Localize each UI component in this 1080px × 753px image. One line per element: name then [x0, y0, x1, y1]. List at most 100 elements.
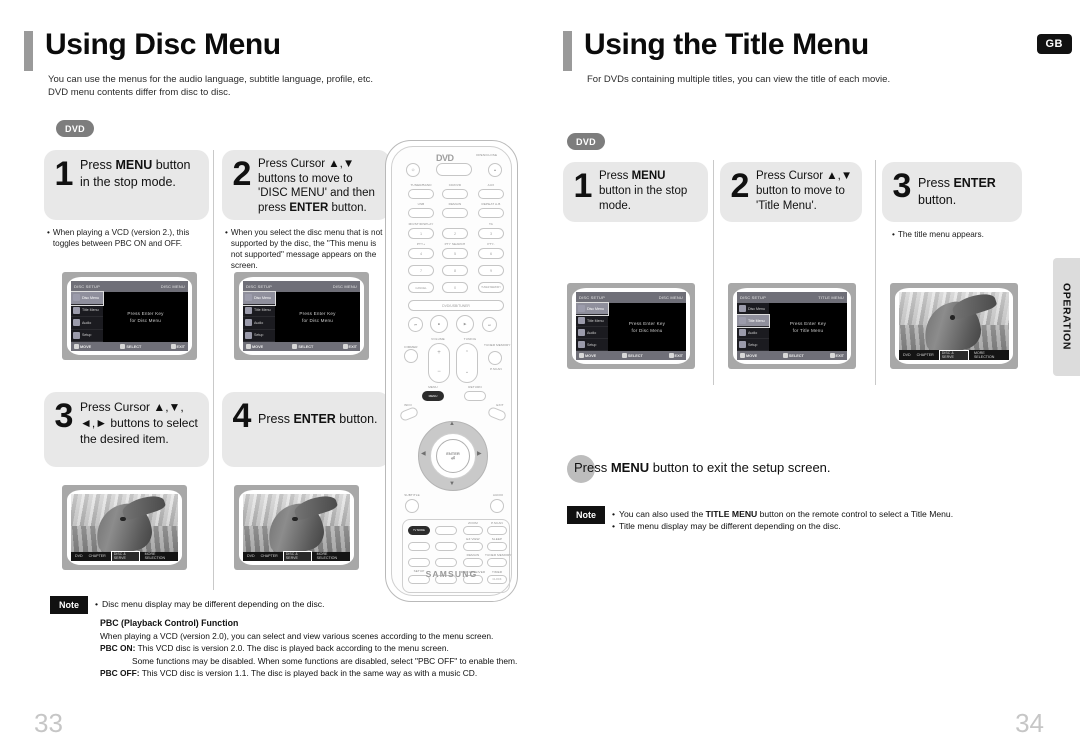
ez-view-button[interactable]	[463, 542, 483, 551]
operation-side-tab-label: OPERATION	[1060, 283, 1073, 351]
scene-item-more[interactable]: MORE SELECTION	[974, 351, 1005, 359]
zoom-button[interactable]	[463, 526, 483, 535]
pbc-on-row: PBC ON: This VCD disc is version 2.0. Th…	[100, 642, 540, 654]
dpad-down-icon[interactable]: ▼	[449, 481, 455, 487]
key-1[interactable]: 1	[408, 228, 434, 239]
most-button[interactable]	[408, 542, 430, 551]
osd-item-title-menu[interactable]: Title Menu	[576, 315, 608, 327]
key-3[interactable]: 3	[478, 228, 504, 239]
key-8[interactable]: 8	[442, 265, 468, 276]
bullet-dot: •	[47, 228, 50, 237]
repeat-ab-button[interactable]	[478, 208, 504, 218]
scene-item-dvd[interactable]: DVD	[903, 353, 911, 357]
pty-minus-label: PTY-	[487, 242, 495, 246]
key-0[interactable]: 0	[442, 282, 468, 293]
osd-item-title-menu[interactable]: Title Menu	[71, 305, 103, 317]
dolphin-eye	[292, 516, 298, 522]
osd-item-audio[interactable]: Audio	[243, 317, 275, 330]
dpad-right-icon[interactable]: ▶	[477, 450, 482, 457]
usb-button[interactable]	[408, 208, 434, 218]
menu-button[interactable]: MENU	[422, 391, 444, 401]
remote-control: DVD OPEN/CLOSE ⏻ ▲ TUNER/BAND CD/DVD AUX…	[385, 140, 518, 602]
osd-item-disc-menu[interactable]: Disc Menu	[576, 302, 609, 316]
step-button[interactable]	[435, 558, 457, 567]
menu-label: MENU	[428, 385, 438, 389]
key-6[interactable]: 6	[478, 248, 504, 259]
osd-main-line2-r1: for Disc Menu	[631, 328, 663, 333]
tv-screen-right-2: DISC SETUP TITLE MENU Disc Menu Title Me…	[728, 283, 856, 369]
dolphin-eye	[949, 315, 956, 320]
osd-item-disc-menu[interactable]: Disc Menu	[243, 291, 276, 306]
aux-button[interactable]	[478, 189, 504, 199]
info-button[interactable]	[398, 405, 420, 423]
key-2[interactable]: 2	[442, 228, 468, 239]
tuner-band-button[interactable]	[408, 189, 434, 199]
audio-button[interactable]	[490, 499, 504, 513]
tv-mode-button[interactable]: TV MODE	[408, 526, 430, 535]
step-2-left-bullet-text: When you select the disc menu that is no…	[230, 228, 383, 270]
test-tone-button[interactable]	[435, 526, 457, 535]
logo-button[interactable]	[408, 558, 430, 567]
osd-item-title-menu[interactable]: Title Menu	[737, 314, 770, 328]
remain-button[interactable]	[442, 208, 468, 218]
osd-item-disc-menu[interactable]: Disc Menu	[71, 291, 104, 306]
play-pause-button[interactable]: ▶	[456, 315, 474, 333]
scene-item-more[interactable]: MORE SELECTION	[317, 552, 346, 560]
key-5[interactable]: 5	[442, 248, 468, 259]
scene-item-more[interactable]: MORE SELECTION	[145, 552, 174, 560]
key-4[interactable]: 4	[408, 248, 434, 259]
tuner-memory-button[interactable]: TUNER MEMORY	[478, 282, 504, 293]
return-button[interactable]	[464, 391, 486, 401]
prev-button[interactable]: ⏮	[408, 317, 423, 332]
osd-item-setup[interactable]: Setup	[737, 339, 769, 351]
tuning-rocker[interactable]	[456, 343, 478, 383]
cd-dvd-button[interactable]	[442, 189, 468, 199]
sleep-button[interactable]	[487, 542, 507, 551]
dimmer-button[interactable]	[404, 349, 418, 363]
usb-label: USB	[417, 202, 425, 206]
scene-item-chapter[interactable]: CHAPTER	[261, 554, 278, 558]
dpad-up-icon[interactable]: ▲	[449, 421, 455, 427]
osd-body-r1: Disc Menu Title Menu Audio Setup Press E…	[576, 302, 686, 351]
scene-menu-bar-3: DVD CHAPTER DISC & SERVE MORE SELECTION	[71, 550, 178, 561]
open-close-button[interactable]: ▲	[488, 163, 502, 177]
scene-item-dvd[interactable]: DVD	[75, 554, 83, 558]
step-2-right-box: 2 Press Cursor ▲,▼ button to move to 'Ti…	[720, 162, 862, 222]
osd-item-disc-menu[interactable]: Disc Menu	[737, 303, 769, 315]
scene-item-chapter[interactable]: CHAPTER	[917, 353, 934, 357]
power-button[interactable]: ⏻	[406, 163, 420, 177]
stop-button[interactable]: ■	[430, 315, 448, 333]
osd-main-2: Press Enter Key for Disc Menu	[275, 292, 360, 342]
remain2-button[interactable]	[463, 558, 483, 567]
scene-item-disc-serve[interactable]: DISC & SERVE	[110, 550, 140, 561]
tuner-memory2-button[interactable]	[487, 558, 507, 567]
volume-rocker[interactable]	[428, 343, 450, 383]
osd-item-title-menu[interactable]: Title Menu	[243, 305, 275, 317]
mode-bar-button[interactable]: DVD/USB/TUNER	[408, 300, 504, 311]
osd-sidebar-r1: Disc Menu Title Menu Audio Setup	[576, 302, 609, 351]
osd-item-setup[interactable]: Setup	[71, 330, 103, 342]
scene-item-chapter[interactable]: CHAPTER	[89, 554, 106, 558]
dpad-left-icon[interactable]: ◀	[421, 450, 426, 457]
key-9[interactable]: 9	[478, 265, 504, 276]
photo-bg-button[interactable]	[435, 542, 457, 551]
tuner-memory-scan-button[interactable]	[488, 351, 502, 365]
tv-screen-step3: DVD CHAPTER DISC & SERVE MORE SELECTION	[62, 485, 187, 570]
pscan-button[interactable]	[487, 526, 507, 535]
gb-region-label: GB	[1045, 38, 1063, 50]
subtitle-button[interactable]	[405, 499, 419, 513]
scene-item-dvd[interactable]: DVD	[247, 554, 255, 558]
scene-item-disc-serve[interactable]: DISC & SERVE	[938, 349, 970, 360]
osd-item-audio[interactable]: Audio	[71, 317, 103, 330]
next-button[interactable]: ⏭	[482, 317, 497, 332]
exit-button[interactable]	[486, 405, 508, 423]
osd-item-audio[interactable]: Audio	[576, 327, 608, 339]
key-7[interactable]: 7	[408, 265, 434, 276]
cancel-button[interactable]: CANCEL	[408, 282, 434, 293]
osd-item-setup[interactable]: Setup	[243, 330, 275, 342]
osd-item-audio[interactable]: Audio	[737, 327, 769, 339]
scene-item-disc-serve[interactable]: DISC & SERVE	[282, 550, 312, 561]
gear-icon	[245, 331, 252, 339]
enter-button[interactable]: ENTER ⏎	[436, 439, 470, 473]
osd-item-setup[interactable]: Setup	[576, 339, 608, 351]
